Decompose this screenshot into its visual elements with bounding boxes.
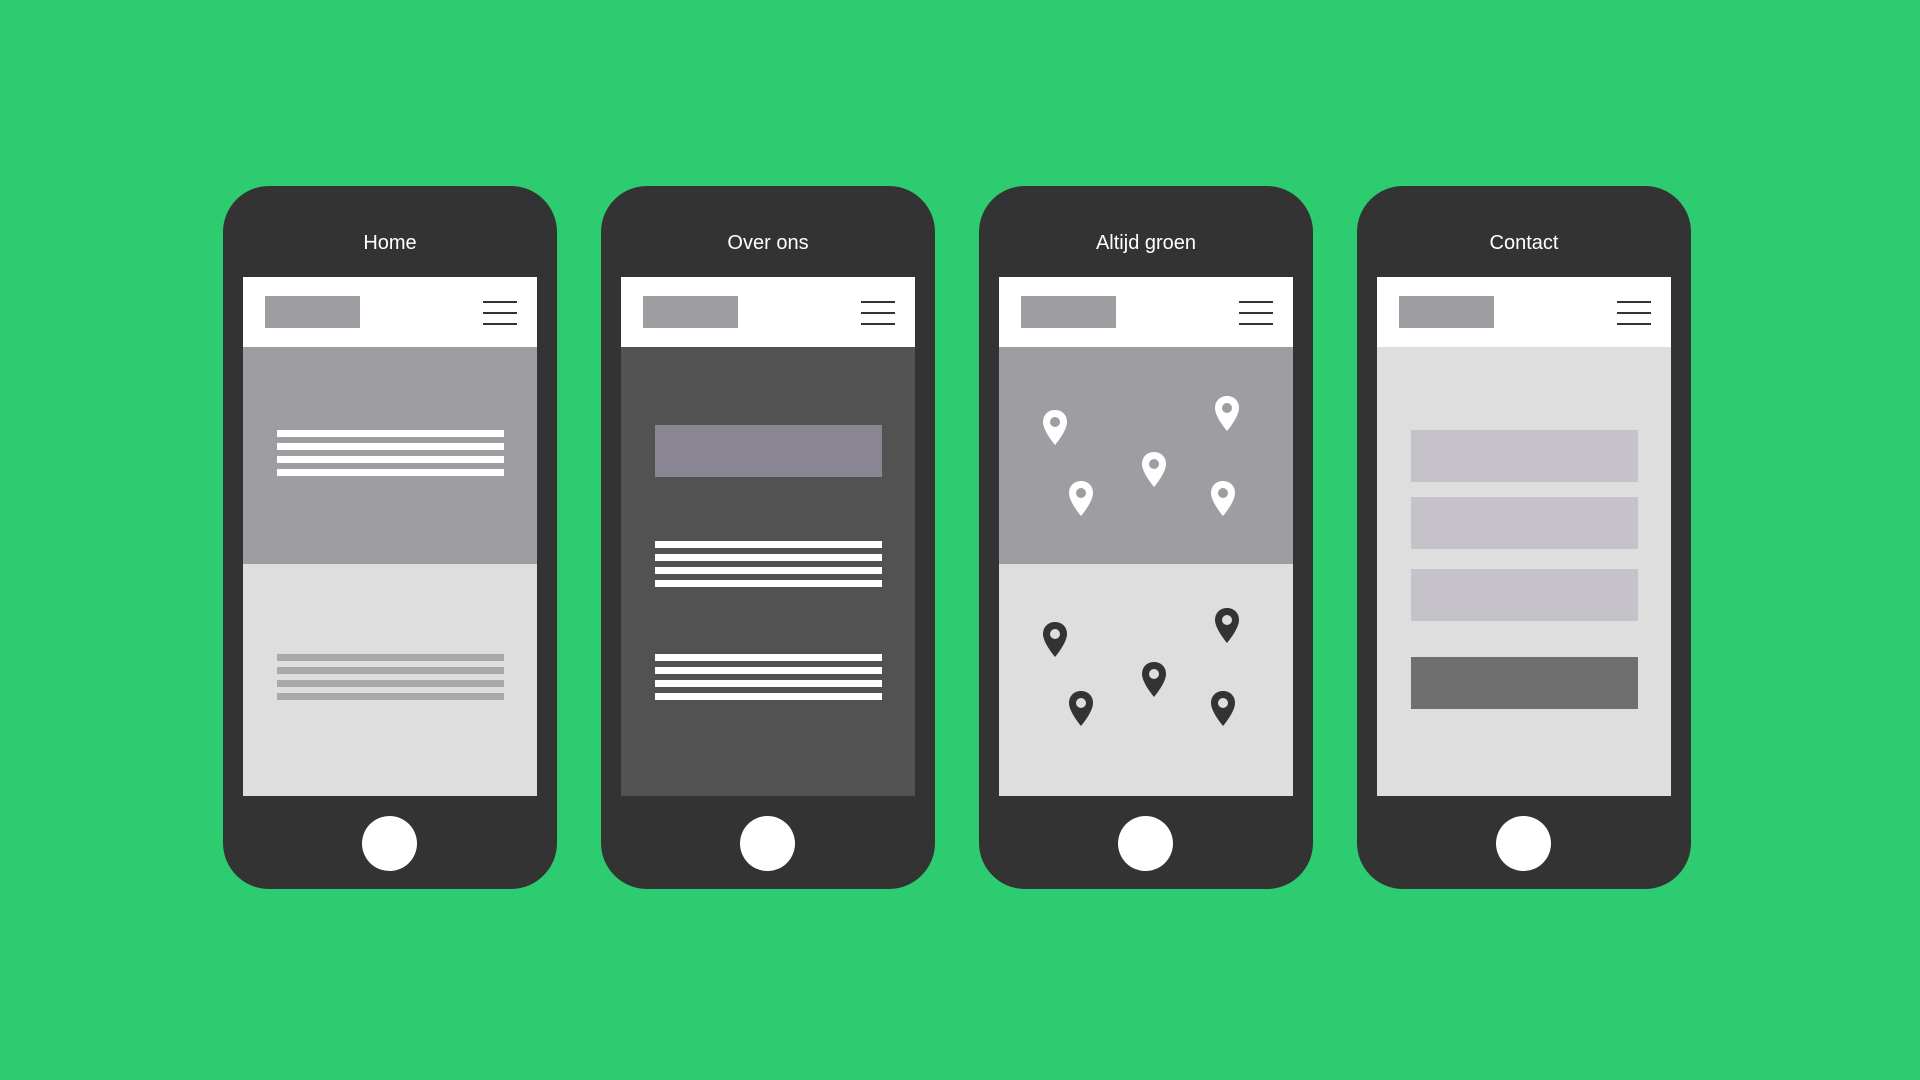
screen-title: Altijd groen <box>1095 232 1197 254</box>
phone-screen <box>243 277 537 796</box>
map-section-gray <box>999 347 1293 564</box>
app-header <box>621 277 915 347</box>
home-button[interactable] <box>1118 816 1173 871</box>
form-field[interactable] <box>1411 569 1638 621</box>
hero-section <box>243 347 537 564</box>
app-header <box>999 277 1293 347</box>
screen-title: Over ons <box>727 232 809 254</box>
contact-form-section <box>1377 347 1671 796</box>
map-pin-icon[interactable] <box>1214 395 1240 432</box>
phone-screen <box>1377 277 1671 796</box>
hamburger-menu-icon[interactable] <box>1239 301 1273 325</box>
submit-button[interactable] <box>1411 657 1638 709</box>
map-pin-icon[interactable] <box>1141 661 1167 698</box>
map-pin-icon[interactable] <box>1141 451 1167 488</box>
about-text-lines <box>655 541 882 593</box>
map-pin-icon[interactable] <box>1210 690 1236 727</box>
phone-screen <box>999 277 1293 796</box>
map-pin-icon[interactable] <box>1210 480 1236 517</box>
map-pin-icon[interactable] <box>1042 409 1068 446</box>
about-section <box>621 347 915 796</box>
map-pin-icon[interactable] <box>1068 690 1094 727</box>
logo-placeholder <box>1021 296 1116 328</box>
screen-title: Contact <box>1489 232 1559 254</box>
hamburger-menu-icon[interactable] <box>1617 301 1651 325</box>
app-header <box>243 277 537 347</box>
map-pin-icon[interactable] <box>1042 621 1068 658</box>
hamburger-menu-icon[interactable] <box>861 301 895 325</box>
form-field[interactable] <box>1411 430 1638 482</box>
home-button[interactable] <box>1496 816 1551 871</box>
about-text-lines <box>655 654 882 706</box>
logo-placeholder <box>643 296 738 328</box>
phone-home: Home <box>223 186 557 889</box>
app-header <box>1377 277 1671 347</box>
phone-screen <box>621 277 915 796</box>
content-section <box>243 564 537 796</box>
hero-text-lines <box>277 430 504 482</box>
screen-title: Home <box>363 232 417 254</box>
map-section-light <box>999 564 1293 796</box>
phone-contact: Contact <box>1357 186 1691 889</box>
logo-placeholder <box>1399 296 1494 328</box>
form-field[interactable] <box>1411 497 1638 549</box>
map-pin-icon[interactable] <box>1214 607 1240 644</box>
image-placeholder <box>655 425 882 477</box>
home-button[interactable] <box>362 816 417 871</box>
phone-altijd-groen: Altijd groen <box>979 186 1313 889</box>
home-button[interactable] <box>740 816 795 871</box>
logo-placeholder <box>265 296 360 328</box>
phone-over-ons: Over ons <box>601 186 935 889</box>
map-pin-icon[interactable] <box>1068 480 1094 517</box>
hamburger-menu-icon[interactable] <box>483 301 517 325</box>
content-text-lines <box>277 654 504 706</box>
